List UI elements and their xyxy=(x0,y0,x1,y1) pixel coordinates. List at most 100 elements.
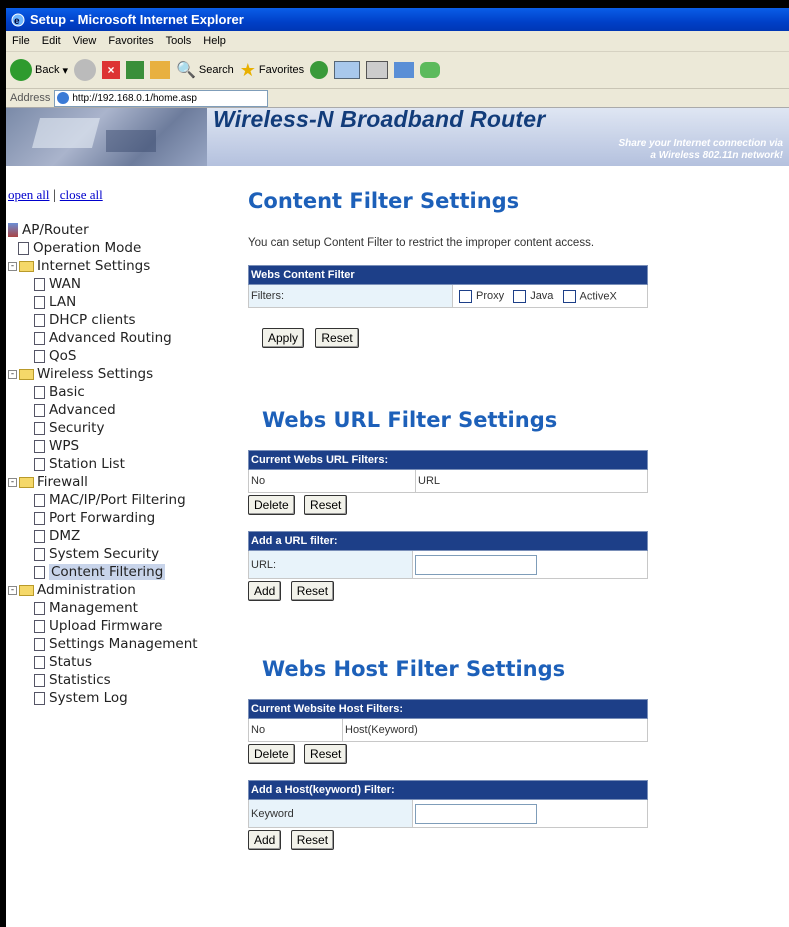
tree: AP/Router Operation Mode - Internet Setti… xyxy=(6,221,236,707)
add-host-button[interactable]: Add xyxy=(248,830,282,850)
sidebar-item-management[interactable]: Management xyxy=(6,599,236,617)
page-icon xyxy=(34,529,45,543)
sidebar-item-basic[interactable]: Basic xyxy=(6,383,236,401)
url-col-no: No xyxy=(248,469,416,493)
sidebar-item-lan[interactable]: LAN xyxy=(6,293,236,311)
address-label: Address xyxy=(10,92,51,104)
history-button[interactable] xyxy=(310,61,329,79)
print-button[interactable] xyxy=(366,61,389,79)
sidebar-item-system-log[interactable]: System Log xyxy=(6,689,236,707)
sidebar-item-dmz[interactable]: DMZ xyxy=(6,527,236,545)
host-filter-title: Webs Host Filter Settings xyxy=(262,657,566,681)
sidebar-item-dhcp-clients[interactable]: DHCP clients xyxy=(6,311,236,329)
add-url-actions: Add Reset xyxy=(248,581,648,601)
url-filter-current-table: Current Webs URL Filters: No URL xyxy=(248,450,648,493)
content-filter-table: Webs Content Filter Filters: Proxy Java … xyxy=(248,265,648,308)
collapse-icon[interactable]: - xyxy=(8,585,17,595)
host-filter-current-table: Current Website Host Filters: No Host(Ke… xyxy=(248,699,648,742)
sidebar-item-wan[interactable]: WAN xyxy=(6,275,236,293)
sidebar-item-wps[interactable]: WPS xyxy=(6,437,236,455)
close-all-link[interactable]: close all xyxy=(60,187,103,202)
delete-url-button[interactable]: Delete xyxy=(248,495,295,515)
page-icon xyxy=(34,313,45,327)
sidebar-item-system-security[interactable]: System Security xyxy=(6,545,236,563)
sidebar-item-advanced[interactable]: Advanced xyxy=(6,401,236,419)
back-button[interactable]: Back ▾ xyxy=(10,59,68,81)
sidebar-folder-firewall[interactable]: - Firewall xyxy=(6,473,236,491)
sidebar-item-upload-firmware[interactable]: Upload Firmware xyxy=(6,617,236,635)
reset-host-button[interactable]: Reset xyxy=(304,744,348,764)
banner-header: Wireless-N Broadband Router Share your I… xyxy=(207,106,789,166)
apply-button[interactable]: Apply xyxy=(262,328,305,348)
sidebar-item-content-filtering[interactable]: Content Filtering xyxy=(6,563,236,581)
stop-button[interactable]: × xyxy=(102,61,120,79)
menu-help[interactable]: Help xyxy=(203,35,226,47)
collapse-icon[interactable]: - xyxy=(8,369,17,379)
menu-tools[interactable]: Tools xyxy=(166,35,192,47)
page-icon xyxy=(34,565,45,579)
address-input[interactable]: http://192.168.0.1/home.asp xyxy=(54,89,269,107)
sidebar-tree: open all | close all AP/Router Operation… xyxy=(6,185,236,707)
search-button[interactable]: 🔍 Search xyxy=(176,60,234,80)
reset-url-button[interactable]: Reset xyxy=(304,495,348,515)
page-icon xyxy=(34,637,45,651)
messenger-button[interactable] xyxy=(420,62,441,78)
collapse-icon[interactable]: - xyxy=(8,477,17,487)
page-icon xyxy=(34,673,45,687)
banner-tagline: Share your Internet connection via a Wir… xyxy=(618,138,783,161)
edit-button[interactable] xyxy=(394,62,415,78)
sidebar-item-status[interactable]: Status xyxy=(6,653,236,671)
page-icon xyxy=(34,619,45,633)
open-all-link[interactable]: open all xyxy=(8,187,50,202)
main-panel: Content Filter Settings You can setup Co… xyxy=(248,185,648,850)
add-url-button[interactable]: Add xyxy=(248,581,282,601)
sidebar-item-qos[interactable]: QoS xyxy=(6,347,236,365)
toolbar: Back ▾ × 🔍 Search ★ Favorites xyxy=(6,52,789,89)
sidebar-item-settings-management[interactable]: Settings Management xyxy=(6,635,236,653)
sidebar-folder-wireless[interactable]: - Wireless Settings xyxy=(6,365,236,383)
window-title: Setup - Microsoft Internet Explorer xyxy=(30,12,244,27)
collapse-icon[interactable]: - xyxy=(8,261,17,271)
tree-root[interactable]: AP/Router xyxy=(6,221,236,239)
favorites-button[interactable]: ★ Favorites xyxy=(240,60,304,81)
sidebar-item-mac-ip-port-filtering[interactable]: MAC/IP/Port Filtering xyxy=(6,491,236,509)
sidebar-folder-administration[interactable]: - Administration xyxy=(6,581,236,599)
sidebar-item-station-list[interactable]: Station List xyxy=(6,455,236,473)
menu-favorites[interactable]: Favorites xyxy=(108,35,153,47)
home-button[interactable] xyxy=(150,61,170,79)
keyword-input[interactable] xyxy=(415,803,537,824)
mail-button[interactable] xyxy=(334,61,361,79)
page-content: open all | close all AP/Router Operation… xyxy=(6,185,789,927)
reset-button[interactable]: Reset xyxy=(315,328,359,348)
url-input[interactable] xyxy=(415,554,537,575)
page-icon xyxy=(34,331,45,345)
java-checkbox[interactable] xyxy=(513,289,527,303)
proxy-checkbox[interactable] xyxy=(459,289,472,303)
add-url-filter-header: Add a URL filter: xyxy=(248,531,648,551)
sidebar-item-security[interactable]: Security xyxy=(6,419,236,437)
page-icon xyxy=(34,385,45,399)
page-icon xyxy=(34,439,45,453)
folder-icon xyxy=(19,476,34,488)
router-icon xyxy=(8,223,18,237)
star-icon: ★ xyxy=(239,59,256,80)
menu-file[interactable]: File xyxy=(12,35,30,47)
sidebar-item-operation-mode[interactable]: Operation Mode xyxy=(6,239,236,257)
sidebar-item-port-forwarding[interactable]: Port Forwarding xyxy=(6,509,236,527)
reset-add-url-button[interactable]: Reset xyxy=(290,581,335,601)
add-host-actions: Add Reset xyxy=(248,830,648,850)
page-icon xyxy=(34,421,45,435)
sidebar-item-statistics[interactable]: Statistics xyxy=(6,671,236,689)
sidebar-item-advanced-routing[interactable]: Advanced Routing xyxy=(6,329,236,347)
reset-add-host-button[interactable]: Reset xyxy=(290,830,335,850)
delete-host-button[interactable]: Delete xyxy=(248,744,295,764)
activex-checkbox[interactable] xyxy=(562,289,576,303)
refresh-button[interactable] xyxy=(126,61,144,79)
menu-view[interactable]: View xyxy=(73,35,97,47)
host-col-host: Host(Keyword) xyxy=(342,718,648,742)
forward-button[interactable] xyxy=(74,59,96,81)
menu-edit[interactable]: Edit xyxy=(42,35,61,47)
content-filter-header: Webs Content Filter xyxy=(248,265,648,285)
banner-title: Wireless-N Broadband Router xyxy=(213,106,546,132)
sidebar-folder-internet[interactable]: - Internet Settings xyxy=(6,257,236,275)
